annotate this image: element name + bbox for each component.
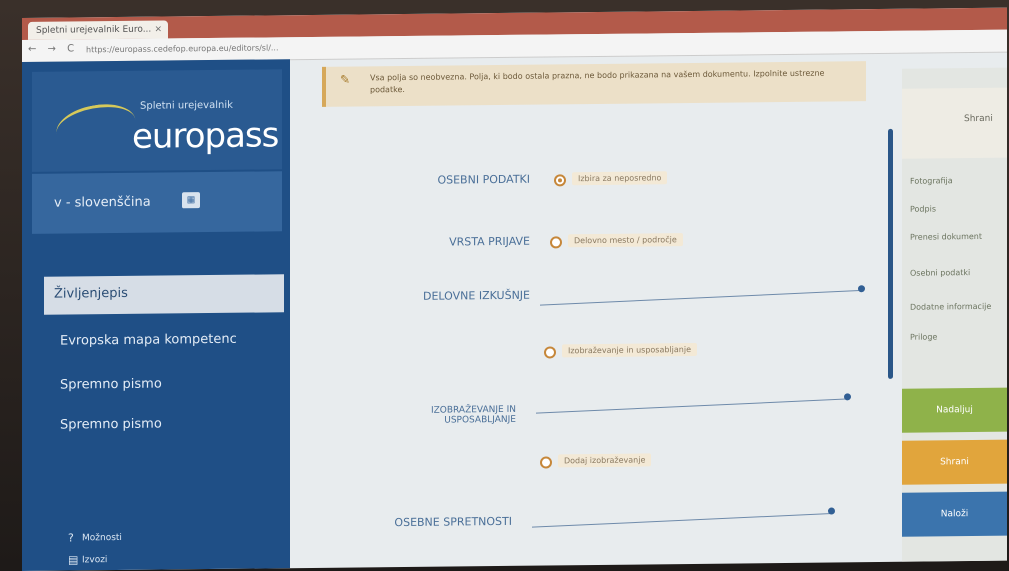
logo-text: europass [132, 115, 279, 157]
logo-swirl-icon [52, 98, 140, 156]
experience-handle[interactable] [858, 285, 865, 293]
sidebar-item-cv[interactable]: Življenjepis [44, 274, 284, 315]
sidebar: Spletni urejevalnik europass v - slovenš… [22, 59, 290, 571]
language-selector[interactable]: v - slovenščina ▦ [32, 171, 282, 234]
export-icon: ▤ [68, 553, 79, 567]
radio-label-education: Izobraževanje in usposabljanje [562, 342, 697, 358]
sidebar-footer-export[interactable]: Izvozi [82, 555, 107, 565]
education-input-line[interactable] [535, 398, 846, 414]
radio-label-add-education: Dodaj izobraževanje [558, 453, 652, 468]
field-label-application: VRSTA PRIJAVE [449, 234, 530, 249]
right-panel: Shrani Fotografija Podpis Prenesi dokume… [902, 67, 1007, 562]
sidebar-item-cover-letter-2[interactable]: Spremno pismo [60, 417, 162, 433]
tab-title: Spletni urejevalnik Euro... [36, 24, 152, 36]
experience-input-line[interactable] [539, 290, 860, 306]
europass-logo[interactable]: Spletni urejevalnik europass [32, 69, 282, 172]
language-flag-icon: ▦ [182, 192, 200, 209]
continue-button[interactable]: Nadaljuj [902, 387, 1007, 433]
field-label-personal: OSEBNI PODATKI [437, 172, 530, 187]
radio-add-education[interactable] [540, 456, 552, 469]
upload-button[interactable]: Naloži [902, 491, 1007, 537]
options-icon: ? [68, 531, 74, 545]
radio-label-personal: Izbira za neposredno [572, 171, 668, 186]
sidebar-item-skills-passport[interactable]: Evropska mapa kompetenc [60, 332, 237, 349]
navigation-icons[interactable]: ← → C [28, 43, 78, 55]
panel-item-download[interactable]: Prenesi dokument [910, 232, 982, 242]
save-button[interactable]: Shrani [902, 439, 1007, 485]
panel-item-attachments[interactable]: Priloge [910, 332, 937, 341]
panel-item-personal[interactable]: Osebni podatki [910, 268, 970, 278]
logo-subtitle: Spletni urejevalnik [140, 99, 233, 112]
tab-close-icon[interactable]: × [154, 21, 162, 39]
sidebar-item-label: Življenjepis [54, 285, 128, 302]
notice-text: Vsa polja so neobvezna. Polja, ki bodo o… [370, 68, 825, 95]
screen: Spletni urejevalnik Euro... × ← → C http… [22, 7, 1007, 571]
save-label[interactable]: Shrani [964, 114, 993, 124]
field-label-experience: DELOVNE IZKUŠNJE [423, 288, 530, 303]
field-label-education: IZOBRAŽEVANJE IN USPOSABLJANJE [430, 404, 516, 426]
scrollbar[interactable] [888, 128, 893, 379]
sidebar-item-cover-letter[interactable]: Spremno pismo [60, 377, 162, 393]
browser-tab[interactable]: Spletni urejevalnik Euro... × [28, 20, 168, 40]
save-area: Shrani [902, 87, 1007, 159]
skills-handle[interactable] [828, 507, 835, 515]
form-area: OSEBNI PODATKI Izbira za neposredno VRST… [292, 101, 892, 568]
radio-education[interactable] [544, 346, 556, 359]
panel-item-additional[interactable]: Dodatne informacije [910, 302, 991, 312]
language-label: v - slovenščina [54, 194, 151, 211]
info-notice: ✎ Vsa polja so neobvezna. Polja, ki bodo… [322, 61, 866, 107]
panel-item-signature[interactable]: Podpis [910, 204, 936, 213]
skills-input-line[interactable] [531, 513, 832, 528]
radio-label-application: Delovno mesto / področje [568, 233, 683, 248]
radio-application[interactable] [550, 236, 562, 249]
panel-item-photo[interactable]: Fotografija [910, 176, 953, 185]
sidebar-footer-options[interactable]: Možnosti [82, 533, 122, 543]
education-handle[interactable] [844, 393, 851, 401]
url-field[interactable]: https://europass.cedefop.europa.eu/edito… [86, 40, 386, 57]
radio-personal[interactable] [554, 174, 566, 187]
field-label-skills: OSEBNE SPRETNOSTI [394, 514, 512, 530]
pencil-icon: ✎ [340, 72, 351, 87]
